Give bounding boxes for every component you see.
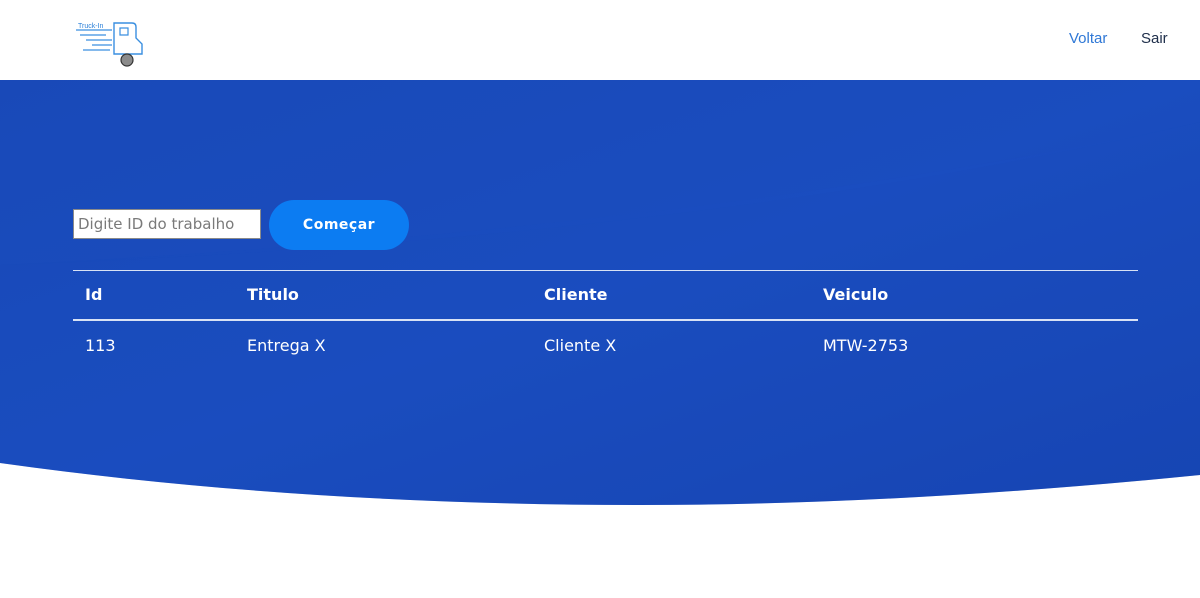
column-header-veiculo: Veiculo [823,285,889,305]
svg-text:Truck-In: Truck-In [78,23,104,30]
top-navbar: Truck-In Voltar Sair [0,0,1200,80]
logout-link[interactable]: Sair [1141,30,1168,47]
back-link[interactable]: Voltar [1069,30,1107,47]
cell-titulo: Entrega X [247,335,326,355]
cell-id: 113 [85,335,116,355]
job-id-input[interactable] [73,209,261,239]
column-header-titulo: Titulo [247,285,299,305]
cell-veiculo: MTW-2753 [823,335,909,355]
truck-icon: Truck-In [76,22,143,67]
table-header-row: Id Titulo Cliente Veiculo [73,270,1138,320]
column-header-id: Id [85,285,103,305]
column-header-cliente: Cliente [544,285,608,305]
truck-in-logo[interactable]: Truck-In [72,18,146,68]
cell-cliente: Cliente X [544,335,617,355]
jobs-table: Id Titulo Cliente Veiculo 113 Entrega X … [73,270,1138,370]
table-row[interactable]: 113 Entrega X Cliente X MTW-2753 [73,320,1138,370]
start-button[interactable]: Começar [269,200,409,250]
